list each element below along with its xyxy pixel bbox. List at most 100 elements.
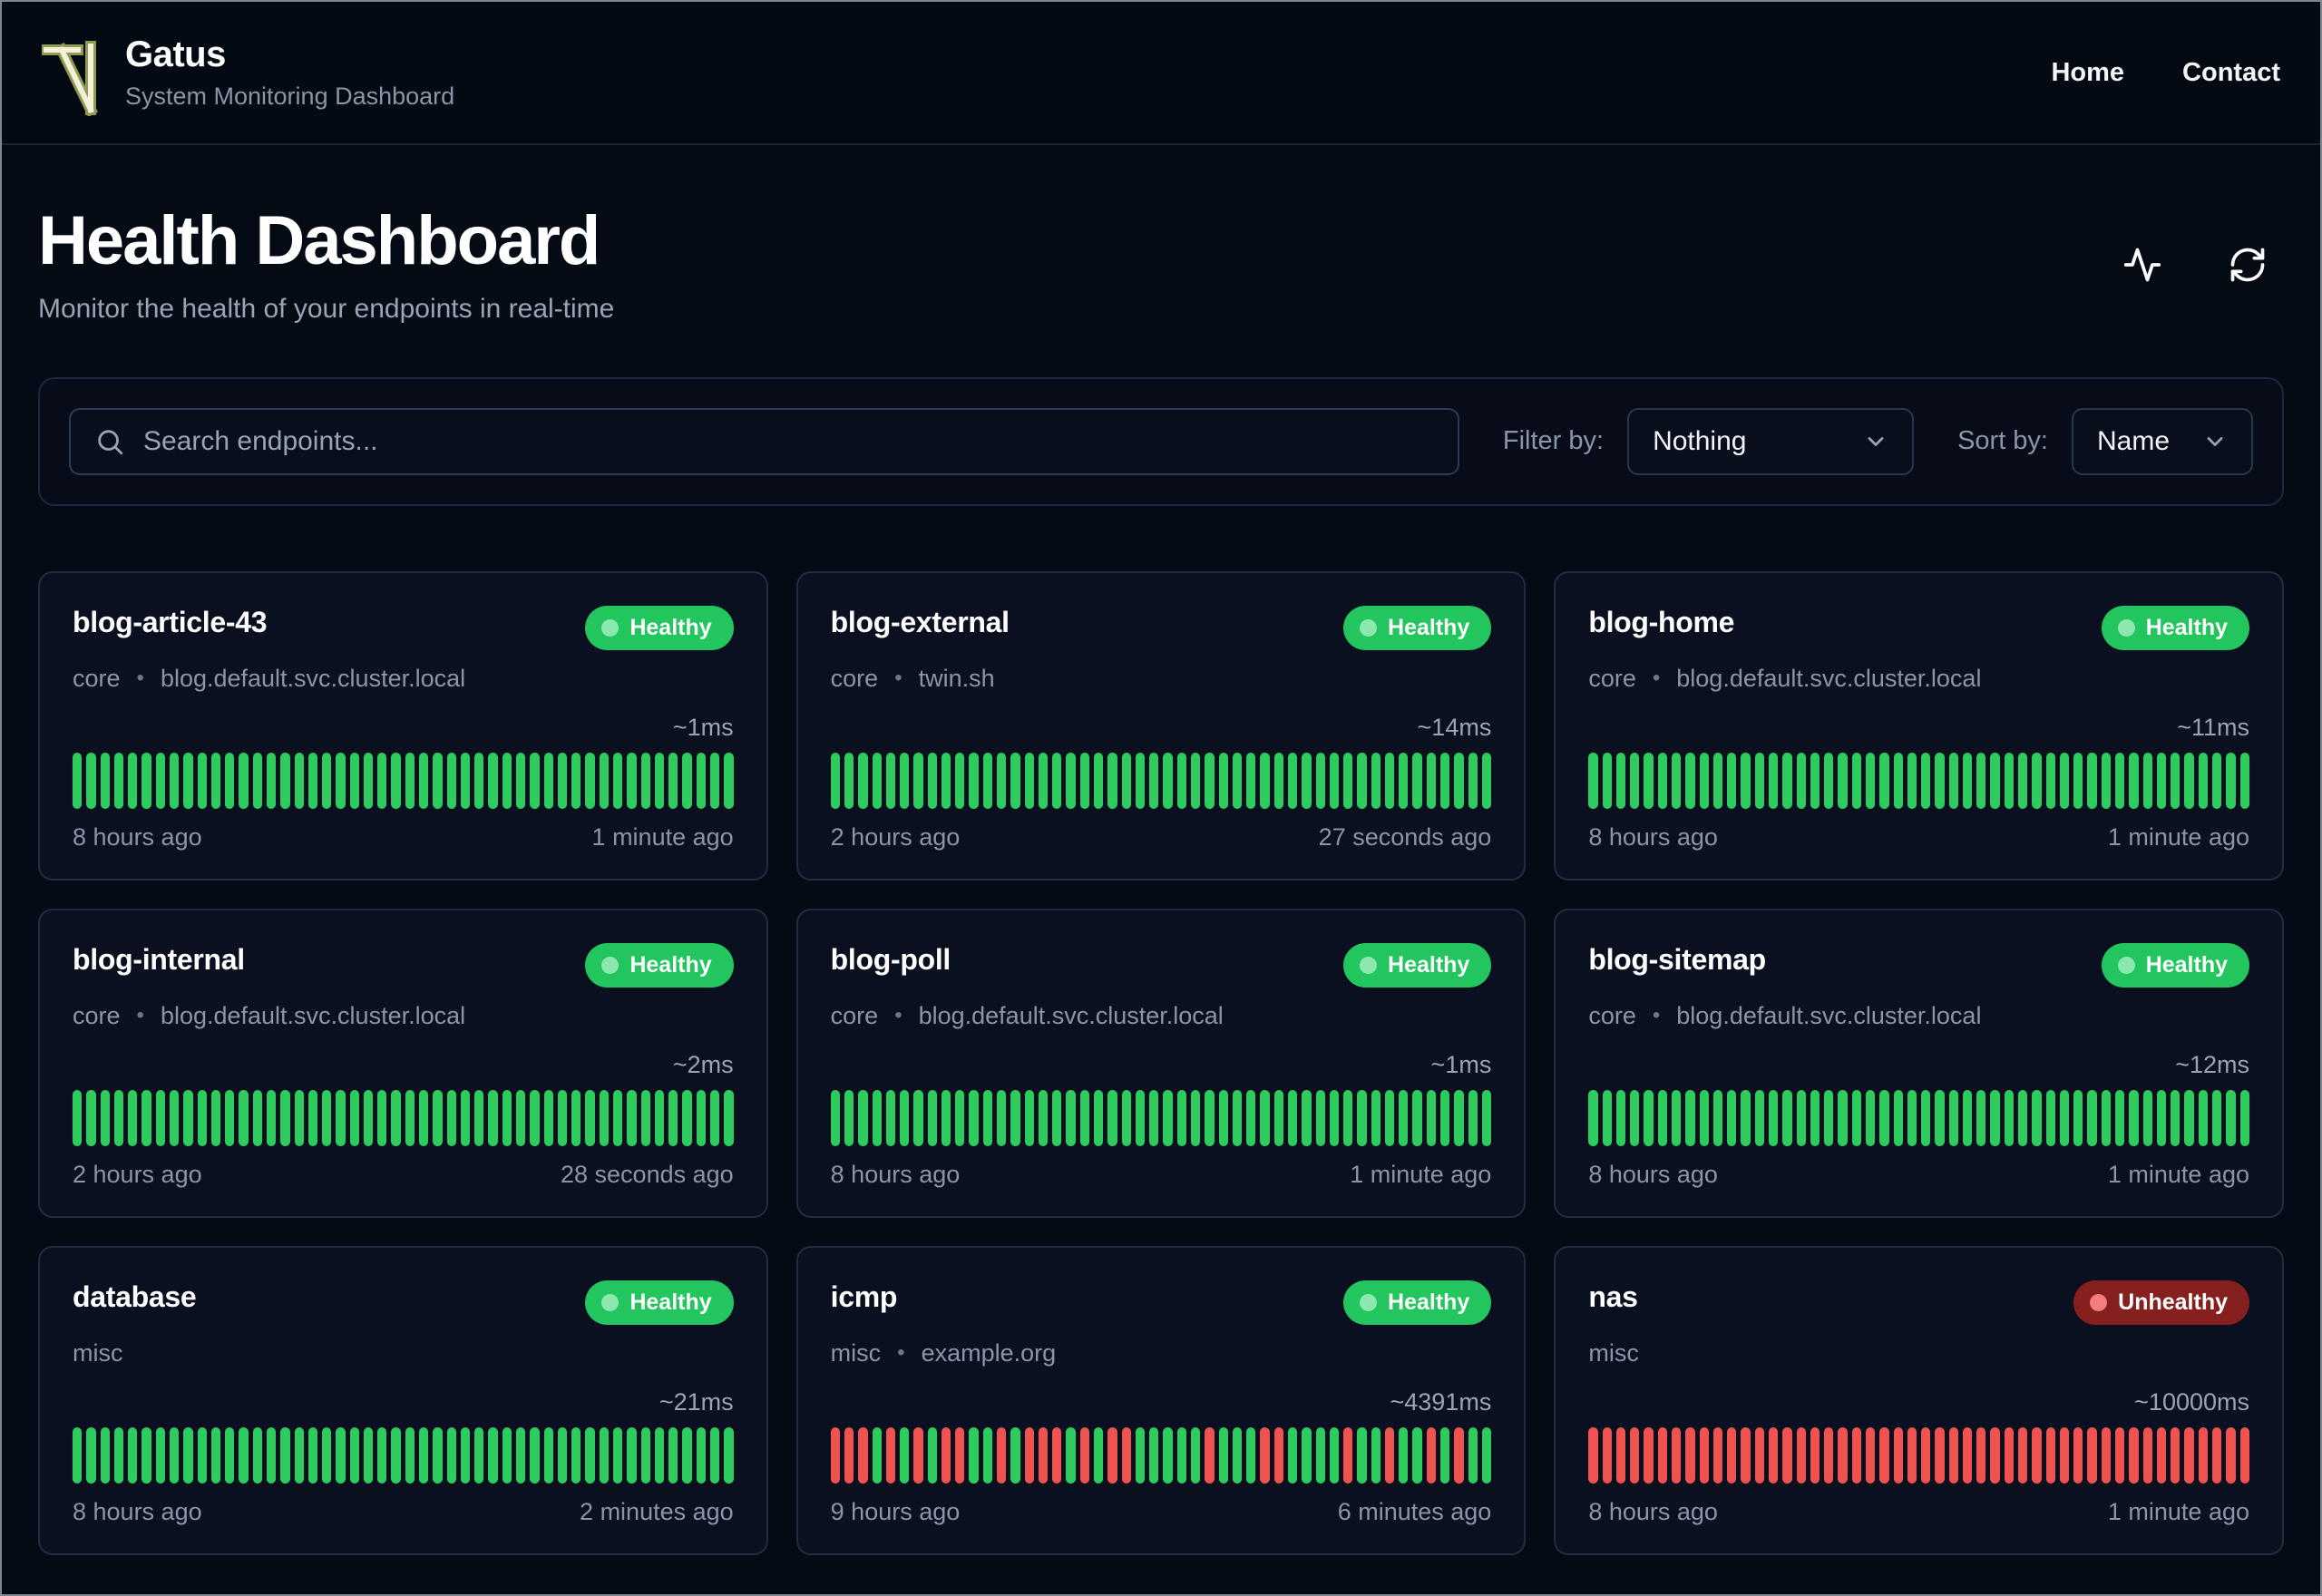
history-bar-up [1329,752,1340,809]
history-bar-up [543,1426,553,1484]
history-bar-up [474,1426,484,1484]
history-bar-up [252,1426,262,1484]
nav-link-home[interactable]: Home [2051,58,2124,88]
history-bar-up [1287,752,1298,809]
history-bar-up [1218,1089,1228,1146]
endpoint-card[interactable]: blog-sitemap Healthy core • blog.default… [1554,908,2284,1218]
endpoint-card[interactable]: blog-home Healthy core • blog.default.sv… [1554,570,2284,881]
history-bar-up [2115,1089,2125,1146]
history-bar-up [113,1089,124,1146]
history-bar-down [1644,1426,1654,1484]
endpoint-card[interactable]: icmp Healthy misc • example.org ~4391ms … [795,1245,1527,1555]
history-bar-up [1066,1426,1076,1484]
history-bar-up [128,1089,138,1146]
history-bar-up [982,1089,993,1146]
endpoint-name: blog-poll [830,942,951,976]
status-label: Unhealthy [2118,1289,2228,1315]
status-badge: Healthy [585,942,734,988]
history-bar-up [1163,1089,1173,1146]
history-bar-down [1754,1426,1764,1484]
history-bar-up [1727,1089,1737,1146]
history-bar-down [1454,1426,1464,1484]
history-bar-up [1976,752,1986,809]
uptime-history-bars [73,752,734,809]
history-bar-up [460,752,471,809]
status-dot-icon [1360,618,1378,637]
history-bar-up [682,1426,692,1484]
uptime-history-bars [73,1426,734,1484]
history-bar-up [1371,1089,1381,1146]
history-bar-up [2171,752,2181,809]
history-bar-up [1246,752,1256,809]
history-bar-up [612,752,623,809]
card-header: database Healthy [73,1280,734,1325]
history-bar-up [1399,1426,1409,1484]
dot-separator-icon: • [894,666,902,691]
brand-name: Gatus [125,34,226,74]
endpoint-card[interactable]: nas Unhealthy misc • ~10000ms 8 hours ag… [1554,1245,2284,1555]
card-spacer [73,693,734,714]
history-range: 8 hours ago 1 minute ago [1588,823,2249,852]
app-window: Gatus System Monitoring Dashboard Home C… [0,0,2322,1596]
history-bar-up [1962,752,1973,809]
endpoint-card[interactable]: blog-internal Healthy core • blog.defaul… [38,908,768,1218]
history-bar-up [1990,1089,2000,1146]
main-nav: Home Contact [2051,58,2280,88]
endpoint-group: core [73,1001,121,1029]
history-bar-up [210,1426,221,1484]
history-bar-up [266,1089,277,1146]
search-box[interactable] [69,407,1459,475]
history-bar-up [239,1089,249,1146]
endpoint-card[interactable]: blog-external Healthy core • twin.sh ~14… [795,570,1527,881]
endpoint-card[interactable]: database Healthy misc • ~21ms 8 hours ag… [38,1245,768,1555]
history-bar-up [488,1426,498,1484]
history-bar-down [1907,1426,1917,1484]
history-bar-up [433,1426,443,1484]
history-bar-up [294,1089,304,1146]
history-bar-up [1468,1089,1478,1146]
history-bar-up [1879,1089,1889,1146]
latency-label: ~2ms [672,1050,734,1078]
status-dot-icon [601,1293,620,1311]
sort-select[interactable]: Name [2072,407,2253,475]
history-bar-up [1010,752,1020,809]
history-bar-up [1602,1089,1612,1146]
status-label: Healthy [1388,1289,1470,1315]
history-bar-up [1315,1089,1325,1146]
search-input[interactable] [143,425,1434,457]
history-bar-up [419,1426,429,1484]
history-bar-up [724,1089,734,1146]
history-bar-up [155,1426,165,1484]
history-bar-up [682,752,692,809]
uptime-history-bars [830,1089,1492,1146]
endpoint-card[interactable]: blog-article-43 Healthy core • blog.defa… [38,570,768,881]
status-badge: Healthy [2101,942,2249,988]
history-range: 8 hours ago 1 minute ago [73,823,734,852]
history-bar-up [405,752,415,809]
status-label: Healthy [2145,951,2228,978]
history-bar-up [294,752,304,809]
history-bar-up [1205,752,1215,809]
history-bar-up [460,1089,471,1146]
history-bar-up [2059,752,2070,809]
history-bar-up [585,1426,595,1484]
history-bar-up [885,752,896,809]
history-bar-up [516,752,526,809]
endpoint-host: blog.default.svc.cluster.local [1676,664,1982,692]
page-subtitle: Monitor the health of your endpoints in … [38,293,615,324]
activity-icon[interactable] [2122,245,2162,285]
history-bar-up [474,752,484,809]
refresh-icon[interactable] [2228,245,2268,285]
history-bar-up [654,1089,665,1146]
history-bar-up [2004,1089,2015,1146]
history-bar-up [696,1426,706,1484]
chevron-down-icon [2207,436,2223,446]
nav-link-contact[interactable]: Contact [2182,58,2280,88]
history-bar-up [1260,752,1270,809]
history-bar-down [1260,1426,1270,1484]
history-bar-up [1190,752,1201,809]
history-bar-up [336,1089,346,1146]
endpoint-card[interactable]: blog-poll Healthy core • blog.default.sv… [795,908,1527,1218]
history-bar-down [1824,1426,1834,1484]
filter-select[interactable]: Nothing [1627,407,1915,475]
